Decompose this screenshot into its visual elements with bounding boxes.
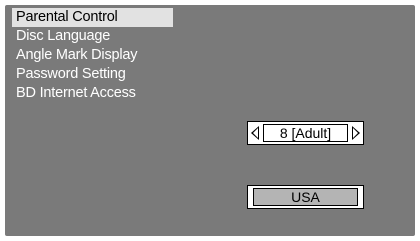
menu-item-angle-mark-display[interactable]: Angle Mark Display: [12, 46, 173, 65]
menu-item-password-setting[interactable]: Password Setting: [12, 65, 173, 84]
menu-item-disc-language[interactable]: Disc Language: [12, 27, 173, 46]
menu-item-label: Angle Mark Display: [16, 47, 138, 63]
country-code-field[interactable]: USA: [247, 185, 364, 209]
triangle-right-icon[interactable]: [352, 126, 360, 140]
menu-item-label: Disc Language: [16, 28, 111, 44]
triangle-left-icon[interactable]: [251, 126, 259, 140]
parental-level-value: 8 [Adult]: [263, 124, 348, 142]
settings-menu: Parental Control Disc Language Angle Mar…: [12, 8, 173, 103]
menu-item-parental-control[interactable]: Parental Control: [12, 8, 173, 27]
menu-item-label: BD Internet Access: [16, 85, 136, 101]
settings-screen: Parental Control Disc Language Angle Mar…: [5, 5, 415, 236]
menu-item-bd-internet-access[interactable]: BD Internet Access: [12, 84, 173, 103]
parental-level-selector[interactable]: 8 [Adult]: [247, 121, 364, 145]
menu-item-label: Parental Control: [16, 9, 118, 25]
country-code-value: USA: [253, 188, 358, 206]
menu-item-label: Password Setting: [16, 66, 126, 82]
